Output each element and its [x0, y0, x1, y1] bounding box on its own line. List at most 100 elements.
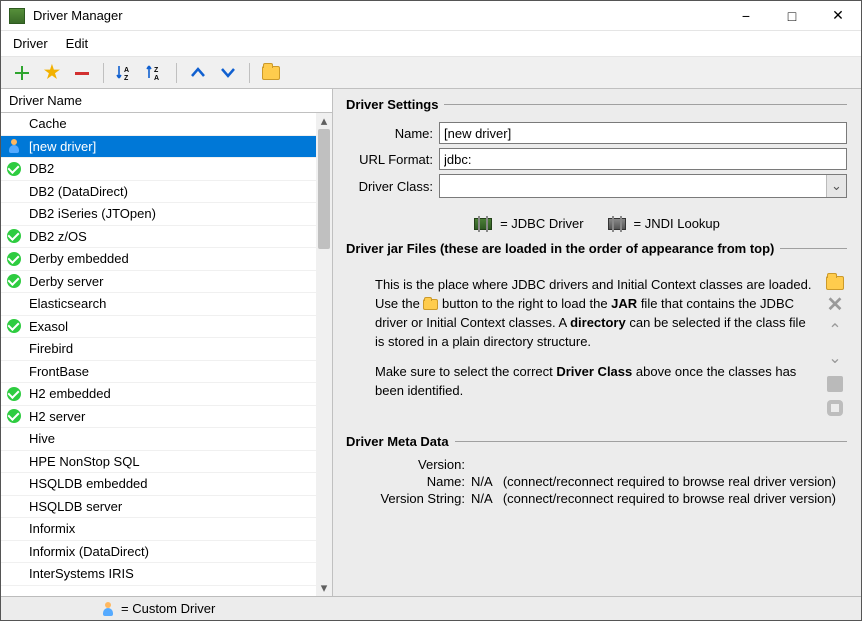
meta-vstr-hint: (connect/reconnect required to browse re…: [503, 491, 836, 506]
main-area: Driver Name Cache[new driver]DB2 DB2 (Dat…: [1, 89, 861, 596]
list-item-label: Firebird: [25, 341, 73, 356]
jdbc-driver-icon: [474, 218, 492, 230]
footer-text: = Custom Driver: [121, 601, 215, 616]
list-item[interactable]: Derby server: [1, 271, 316, 294]
list-item[interactable]: DB2: [1, 158, 316, 181]
list-item[interactable]: H2 embedded: [1, 383, 316, 406]
folder-icon: [262, 66, 280, 80]
blank-icon: [5, 182, 23, 200]
move-down-button[interactable]: [217, 62, 239, 84]
list-item[interactable]: Informix (DataDirect): [1, 541, 316, 564]
name-label: Name:: [347, 126, 439, 141]
list-item-label: DB2 z/OS: [25, 229, 87, 244]
app-icon: [9, 8, 25, 24]
titlebar: Driver Manager − □ ✕: [1, 1, 861, 31]
jar-move-up-button[interactable]: ⌃: [828, 320, 841, 340]
list-item[interactable]: InterSystems IRIS: [1, 563, 316, 586]
meta-name-value: N/A: [471, 474, 492, 489]
meta-vstr-value: N/A: [471, 491, 492, 506]
window-title: Driver Manager: [33, 8, 123, 23]
jar-help-text: This is the place where JDBC drivers and…: [375, 276, 813, 416]
list-item-label: HPE NonStop SQL: [25, 454, 140, 469]
sort-za-icon: Z A: [146, 64, 164, 82]
menu-edit[interactable]: Edit: [66, 36, 88, 51]
list-item[interactable]: Hive: [1, 428, 316, 451]
check-icon: [5, 407, 23, 425]
jndi-lookup-icon: [608, 218, 626, 230]
jar-files-group: Driver jar Files (these are loaded in th…: [347, 241, 847, 416]
list-item[interactable]: FrontBase: [1, 361, 316, 384]
open-folder-button[interactable]: [260, 62, 282, 84]
add-driver-button[interactable]: [11, 62, 33, 84]
list-item[interactable]: Exasol: [1, 316, 316, 339]
icon-legend: = JDBC Driver = JNDI Lookup: [347, 216, 847, 231]
scrollbar[interactable]: ▴ ▾: [316, 113, 332, 596]
minimize-button[interactable]: −: [723, 1, 769, 31]
meta-name-label: Name:: [375, 474, 471, 489]
list-item[interactable]: HSQLDB server: [1, 496, 316, 519]
close-button[interactable]: ✕: [815, 1, 861, 31]
list-item[interactable]: Firebird: [1, 338, 316, 361]
check-icon: [5, 250, 23, 268]
list-item[interactable]: H2 server: [1, 406, 316, 429]
scroll-down-icon[interactable]: ▾: [316, 580, 332, 596]
list-item[interactable]: DB2 z/OS: [1, 226, 316, 249]
remove-jar-button[interactable]: ✕: [827, 298, 844, 312]
list-item[interactable]: HPE NonStop SQL: [1, 451, 316, 474]
svg-text:Z: Z: [154, 67, 159, 74]
list-item[interactable]: Elasticsearch: [1, 293, 316, 316]
maximize-button[interactable]: □: [769, 1, 815, 31]
jar-move-down-button[interactable]: ⌄: [828, 348, 841, 368]
list-item-label: Informix (DataDirect): [25, 544, 149, 559]
blank-icon: [5, 430, 23, 448]
sort-az-button[interactable]: A Z: [114, 62, 136, 84]
driver-settings-legend: Driver Settings: [346, 97, 444, 112]
blank-icon: [5, 565, 23, 583]
list-item-label: HSQLDB server: [25, 499, 122, 514]
blank-icon: [5, 520, 23, 538]
load-jar-button[interactable]: [826, 276, 844, 290]
list-header[interactable]: Driver Name: [1, 89, 332, 113]
meta-vstr-label: Version String:: [375, 491, 471, 506]
jndi-legend-text: = JNDI Lookup: [634, 216, 720, 231]
check-icon: [5, 272, 23, 290]
check-icon: [5, 227, 23, 245]
list-item-label: Informix: [25, 521, 75, 536]
meta-version-label: Version:: [375, 457, 471, 472]
scroll-up-icon[interactable]: ▴: [316, 113, 332, 129]
scroll-thumb[interactable]: [318, 129, 330, 249]
list-item-label: Derby server: [25, 274, 103, 289]
menubar: Driver Edit: [1, 31, 861, 57]
sort-za-button[interactable]: Z A: [144, 62, 166, 84]
minus-icon: [74, 65, 90, 81]
list-item[interactable]: Informix: [1, 518, 316, 541]
list-item[interactable]: HSQLDB embedded: [1, 473, 316, 496]
driver-class-combobox[interactable]: ⌄: [439, 174, 847, 198]
list-item[interactable]: Cache: [1, 113, 316, 136]
save-jar-button[interactable]: [827, 376, 843, 392]
svg-text:A: A: [124, 67, 129, 74]
move-up-button[interactable]: [187, 62, 209, 84]
list-item[interactable]: DB2 (DataDirect): [1, 181, 316, 204]
menu-driver[interactable]: Driver: [13, 36, 48, 51]
favorite-button[interactable]: ★: [41, 62, 63, 84]
chevron-down-icon[interactable]: ⌄: [826, 175, 846, 197]
check-icon: [5, 160, 23, 178]
blank-icon: [5, 542, 23, 560]
remove-driver-button[interactable]: [71, 62, 93, 84]
list-item-label: Derby embedded: [25, 251, 129, 266]
driver-list[interactable]: Cache[new driver]DB2 DB2 (DataDirect) DB2 …: [1, 113, 316, 596]
name-input[interactable]: [439, 122, 847, 144]
list-item[interactable]: [new driver]: [1, 136, 316, 159]
list-item-label: DB2 (DataDirect): [25, 184, 128, 199]
list-item-label: H2 server: [25, 409, 85, 424]
list-item[interactable]: Derby embedded: [1, 248, 316, 271]
jar-files-legend: Driver jar Files (these are loaded in th…: [346, 241, 780, 256]
list-item-label: InterSystems IRIS: [25, 566, 134, 581]
list-item[interactable]: DB2 iSeries (JTOpen): [1, 203, 316, 226]
url-format-label: URL Format:: [347, 152, 439, 167]
toolbar: ★ A Z Z A: [1, 57, 861, 89]
custom-driver-icon: [101, 602, 115, 616]
stop-button[interactable]: [827, 400, 843, 416]
url-format-input[interactable]: [439, 148, 847, 170]
